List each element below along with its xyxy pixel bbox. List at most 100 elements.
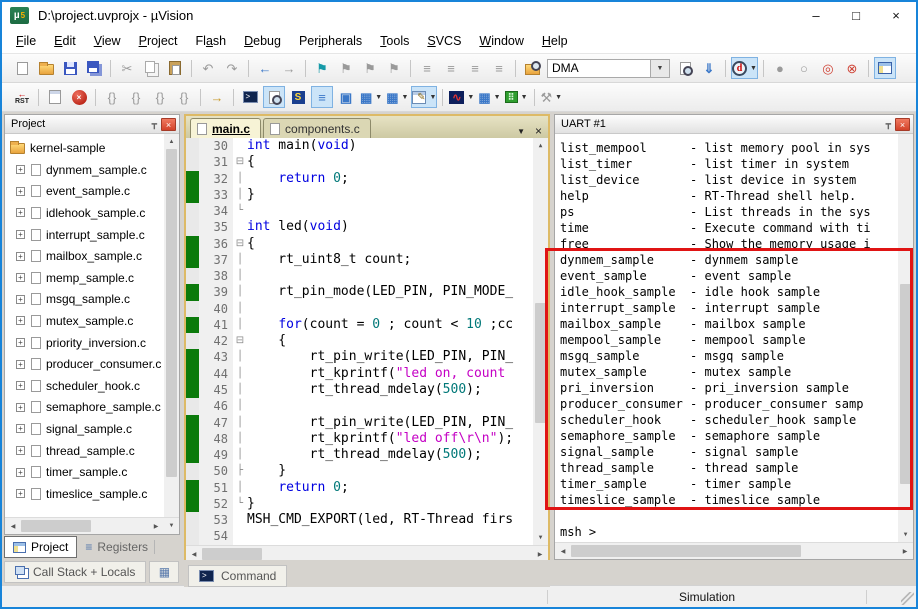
enable-disable-breakpoint-button[interactable]: ○: [793, 57, 815, 79]
expand-icon[interactable]: +: [16, 338, 25, 348]
tree-item[interactable]: + mailbox_sample.c: [8, 245, 163, 267]
tree-item[interactable]: + event_sample.c: [8, 181, 163, 203]
kill-all-breakpoints-button[interactable]: ⊗: [841, 57, 863, 79]
start-stop-debug-button[interactable]: d ▼: [731, 57, 758, 79]
toolbox-button[interactable]: ⚒ ▼: [540, 86, 564, 108]
watch-window-button[interactable]: ▦ ▼: [359, 86, 383, 108]
outdent-button[interactable]: ≡: [440, 57, 462, 79]
resize-grip[interactable]: [901, 592, 914, 605]
project-window-button[interactable]: [873, 57, 896, 79]
expand-icon[interactable]: +: [16, 381, 25, 391]
step-button[interactable]: {}: [101, 86, 123, 108]
redo-button[interactable]: ↷: [221, 57, 243, 79]
symbol-window-button[interactable]: S: [287, 86, 309, 108]
disable-all-breakpoints-button[interactable]: ◎: [817, 57, 839, 79]
menu-debug[interactable]: Debug: [235, 30, 290, 52]
uart-close-icon[interactable]: ×: [895, 117, 910, 131]
reset-button[interactable]: ← RST: [11, 86, 33, 108]
command-window-button[interactable]: >: [239, 86, 261, 108]
menu-tools[interactable]: Tools: [371, 30, 418, 52]
next-bookmark-button[interactable]: ⚑: [359, 57, 381, 79]
expand-icon[interactable]: +: [16, 294, 25, 304]
peripherals-dropdown-icon[interactable]: ▼: [521, 94, 528, 101]
step-over-button[interactable]: {}: [125, 86, 147, 108]
maximize-button[interactable]: □: [836, 2, 876, 28]
tree-item[interactable]: + scheduler_hook.c: [8, 375, 163, 397]
tab-components-c[interactable]: components.c: [263, 118, 371, 138]
find-input[interactable]: [547, 58, 651, 78]
menu-project[interactable]: Project: [130, 30, 187, 52]
peripherals-button[interactable]: ⠿ ▼: [504, 86, 529, 108]
save-button[interactable]: [59, 57, 81, 79]
expand-icon[interactable]: +: [16, 273, 25, 283]
close-button[interactable]: ×: [876, 2, 916, 28]
scroll-down-icon[interactable]: ▼: [164, 518, 179, 535]
scroll-right-icon[interactable]: ▶: [897, 543, 913, 560]
comment-button[interactable]: ≡: [464, 57, 486, 79]
uart-vertical-scrollbar[interactable]: ▼: [898, 134, 913, 542]
memory-window-dropdown-icon[interactable]: ▼: [402, 94, 409, 101]
scroll-up-icon[interactable]: ▲: [533, 138, 548, 153]
project-horizontal-scrollbar[interactable]: ◀ ▶ ▼: [5, 517, 179, 534]
paste-button[interactable]: [164, 57, 186, 79]
fold-marker[interactable]: ⊟: [233, 333, 247, 349]
incremental-find-button[interactable]: ⇓: [698, 57, 720, 79]
project-close-icon[interactable]: ×: [161, 117, 176, 131]
navigate-back-button[interactable]: ←: [254, 57, 276, 79]
code-editor[interactable]: 30 int main(void) 31 ⊟{32 │ return 0; 33 │} 34 └…: [186, 138, 548, 545]
tree-item[interactable]: + memp_sample.c: [8, 267, 163, 289]
menu-window[interactable]: Window: [470, 30, 532, 52]
scroll-down-icon[interactable]: ▼: [898, 527, 913, 542]
fold-marker[interactable]: ⊟: [233, 154, 247, 170]
find-button[interactable]: [674, 57, 696, 79]
run-to-cursor-button[interactable]: {}: [173, 86, 195, 108]
menu-help[interactable]: Help: [533, 30, 577, 52]
combo-dropdown-icon[interactable]: ▼: [651, 58, 670, 78]
menu-peripherals[interactable]: Peripherals: [290, 30, 371, 52]
uart-horizontal-scrollbar[interactable]: ◀ ▶: [555, 542, 913, 559]
toggle-bookmark-button[interactable]: ⚑: [311, 57, 333, 79]
new-file-button[interactable]: [11, 57, 33, 79]
project-vertical-scrollbar[interactable]: ▲: [164, 134, 179, 517]
step-out-button[interactable]: {}: [149, 86, 171, 108]
watch-window-dropdown-icon[interactable]: ▼: [375, 94, 382, 101]
expand-icon[interactable]: +: [16, 316, 25, 326]
system-viewer-dropdown-icon[interactable]: ▼: [494, 94, 501, 101]
show-next-statement-button[interactable]: [44, 86, 66, 108]
tree-item[interactable]: + thread_sample.c: [8, 440, 163, 462]
scroll-right-icon[interactable]: ▶: [148, 518, 164, 535]
uncomment-button[interactable]: ≡: [488, 57, 510, 79]
run-button[interactable]: →: [206, 86, 228, 108]
tree-item[interactable]: + idlehook_sample.c: [8, 202, 163, 224]
expand-icon[interactable]: +: [16, 359, 25, 369]
tab-project[interactable]: Project: [4, 536, 78, 558]
analysis-windows-dropdown-icon[interactable]: ▼: [467, 94, 474, 101]
minimize-button[interactable]: –: [796, 2, 836, 28]
clear-bookmarks-button[interactable]: ⚑: [383, 57, 405, 79]
menu-edit[interactable]: Edit: [45, 30, 85, 52]
tree-item[interactable]: + timeslice_sample.c: [8, 483, 163, 505]
menu-file[interactable]: File: [7, 30, 45, 52]
menu-flash[interactable]: Flash: [187, 30, 236, 52]
scroll-down-icon[interactable]: ▼: [533, 530, 548, 545]
previous-bookmark-button[interactable]: ⚑: [335, 57, 357, 79]
open-file-button[interactable]: [35, 57, 57, 79]
tree-item[interactable]: + interrupt_sample.c: [8, 224, 163, 246]
system-viewer-button[interactable]: ▦ ▼: [477, 86, 501, 108]
expand-icon[interactable]: +: [16, 467, 25, 477]
find-combo[interactable]: ▼: [547, 58, 670, 78]
scroll-up-icon[interactable]: ▲: [164, 134, 179, 149]
scrollbar-thumb[interactable]: [900, 284, 911, 484]
project-tree[interactable]: kernel-sample + dynmem_sample.c + event_sam…: [5, 134, 179, 517]
expand-icon[interactable]: +: [16, 208, 25, 218]
tab-list-icon[interactable]: ▼: [517, 127, 525, 136]
serial-windows-dropdown-icon[interactable]: ▼: [429, 94, 436, 101]
memory-window-button[interactable]: ▦ ▼: [385, 86, 409, 108]
expand-icon[interactable]: +: [16, 165, 25, 175]
tree-item[interactable]: + msgq_sample.c: [8, 289, 163, 311]
start-stop-debug-dropdown-icon[interactable]: ▼: [750, 65, 757, 72]
uart-terminal[interactable]: list_mempool - list memory pool in sys lis…: [555, 134, 913, 542]
tree-item[interactable]: + timer_sample.c: [8, 461, 163, 483]
cut-button[interactable]: ✂: [116, 57, 138, 79]
tree-item[interactable]: + mutex_sample.c: [8, 310, 163, 332]
